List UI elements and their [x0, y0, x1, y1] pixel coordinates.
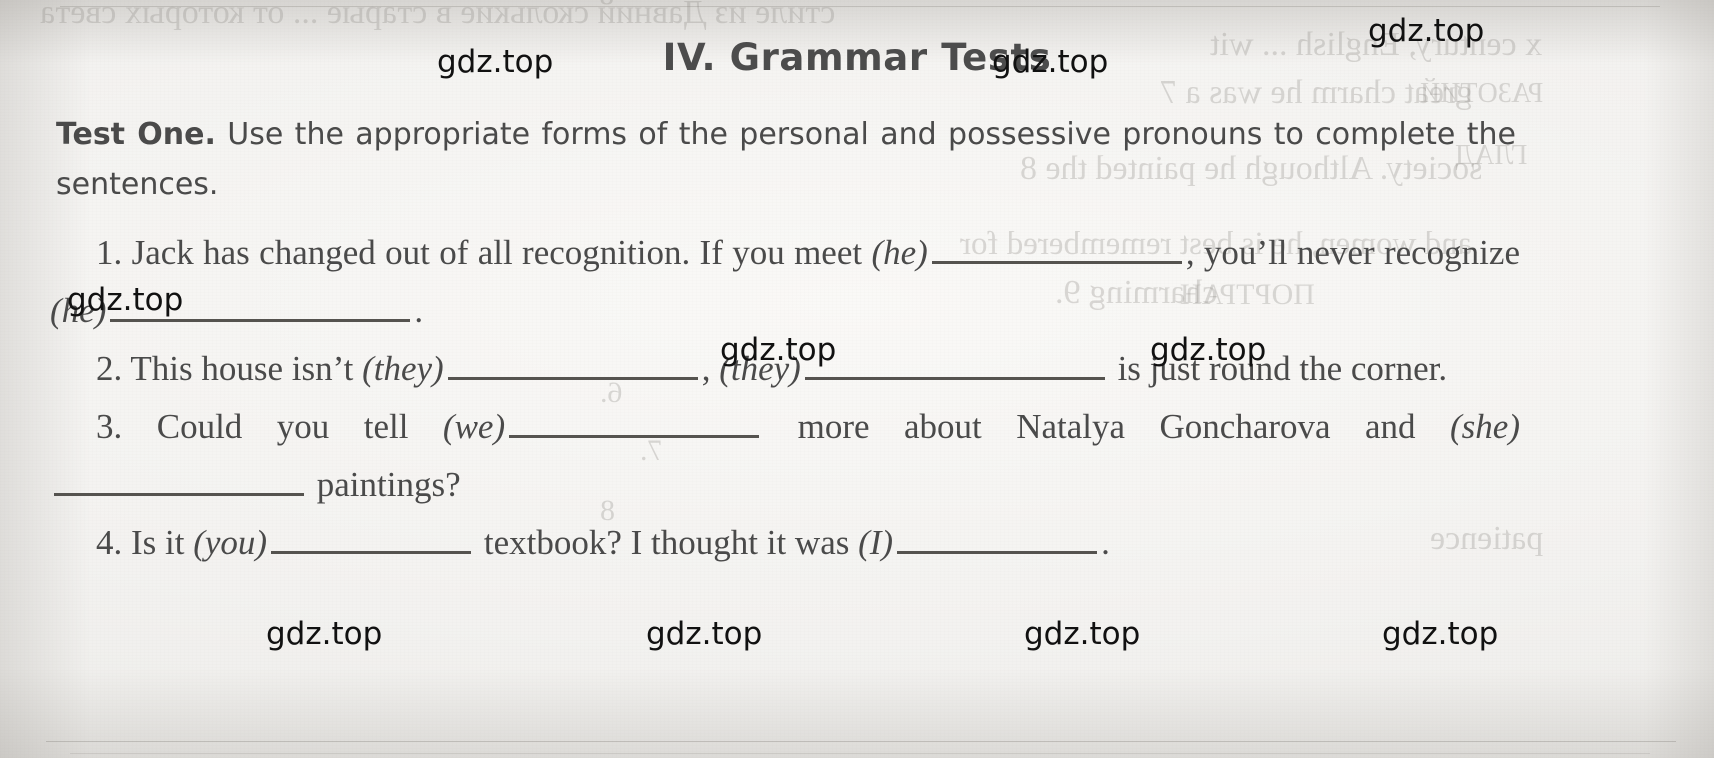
exercise-text: textbook? I thought it was: [475, 523, 859, 562]
exercise-text: is just round the corner.: [1108, 349, 1448, 388]
exercise-text: ,: [701, 349, 720, 388]
instruction-body-text: Use the appropriate forms of the persona…: [56, 117, 1516, 202]
exercise-text: .: [414, 291, 424, 330]
pronoun-cue: (they): [719, 349, 801, 388]
pronoun-cue: (I): [858, 523, 894, 562]
exercise-instruction: Test One. Use the appropriate forms of t…: [56, 110, 1516, 210]
exercise-number: 1.: [96, 233, 123, 272]
answer-blank[interactable]: [804, 351, 1105, 380]
pronoun-cue: (you): [193, 523, 268, 562]
pronoun-cue: (he): [871, 233, 928, 272]
exercise-number: 3.: [96, 407, 123, 446]
exercise-number: 4.: [96, 523, 123, 562]
exercise-number: 2.: [96, 349, 123, 388]
pronoun-cue: (we): [442, 407, 506, 446]
exercise-text: .: [1101, 523, 1110, 562]
answer-blank[interactable]: [447, 351, 698, 380]
page-content: IV. Grammar Tests Test One. Use the appr…: [0, 0, 1714, 758]
exercise-text: This house isn’t: [122, 349, 363, 388]
pronoun-cue: (she): [1450, 407, 1520, 446]
answer-blank[interactable]: [509, 409, 760, 438]
exercise-text: Is it: [122, 523, 194, 562]
exercise-text: paintings?: [308, 465, 461, 504]
exercise-item: 3. Could you tell (we) more about Nataly…: [50, 398, 1520, 514]
scanned-textbook-page: стиле из Давний сколькие в старые ... от…: [0, 0, 1714, 758]
instruction-lead-label: Test One.: [56, 117, 216, 152]
exercise-text: Could you tell: [122, 407, 443, 446]
pronoun-cue: (he): [50, 291, 107, 330]
exercise-text: Jack has changed out of all recognition.…: [122, 233, 872, 272]
answer-blank[interactable]: [54, 467, 304, 496]
answer-blank[interactable]: [931, 235, 1182, 264]
exercise-item: 2. This house isn’t (they), (they) is ju…: [50, 340, 1520, 398]
exercise-text: , you’ll never recognize: [1185, 233, 1520, 272]
answer-blank[interactable]: [110, 293, 411, 322]
answer-blank[interactable]: [271, 525, 472, 554]
pronoun-cue: (they): [362, 349, 444, 388]
page-title: IV. Grammar Tests: [662, 36, 1052, 79]
exercise-item: 4. Is it (you) textbook? I thought it wa…: [50, 514, 1520, 572]
exercise-item: 1. Jack has changed out of all recogniti…: [50, 224, 1520, 340]
exercise-list: 1. Jack has changed out of all recogniti…: [50, 224, 1520, 572]
answer-blank[interactable]: [897, 525, 1098, 554]
exercise-text: more about Natalya Goncharova and: [763, 407, 1451, 446]
